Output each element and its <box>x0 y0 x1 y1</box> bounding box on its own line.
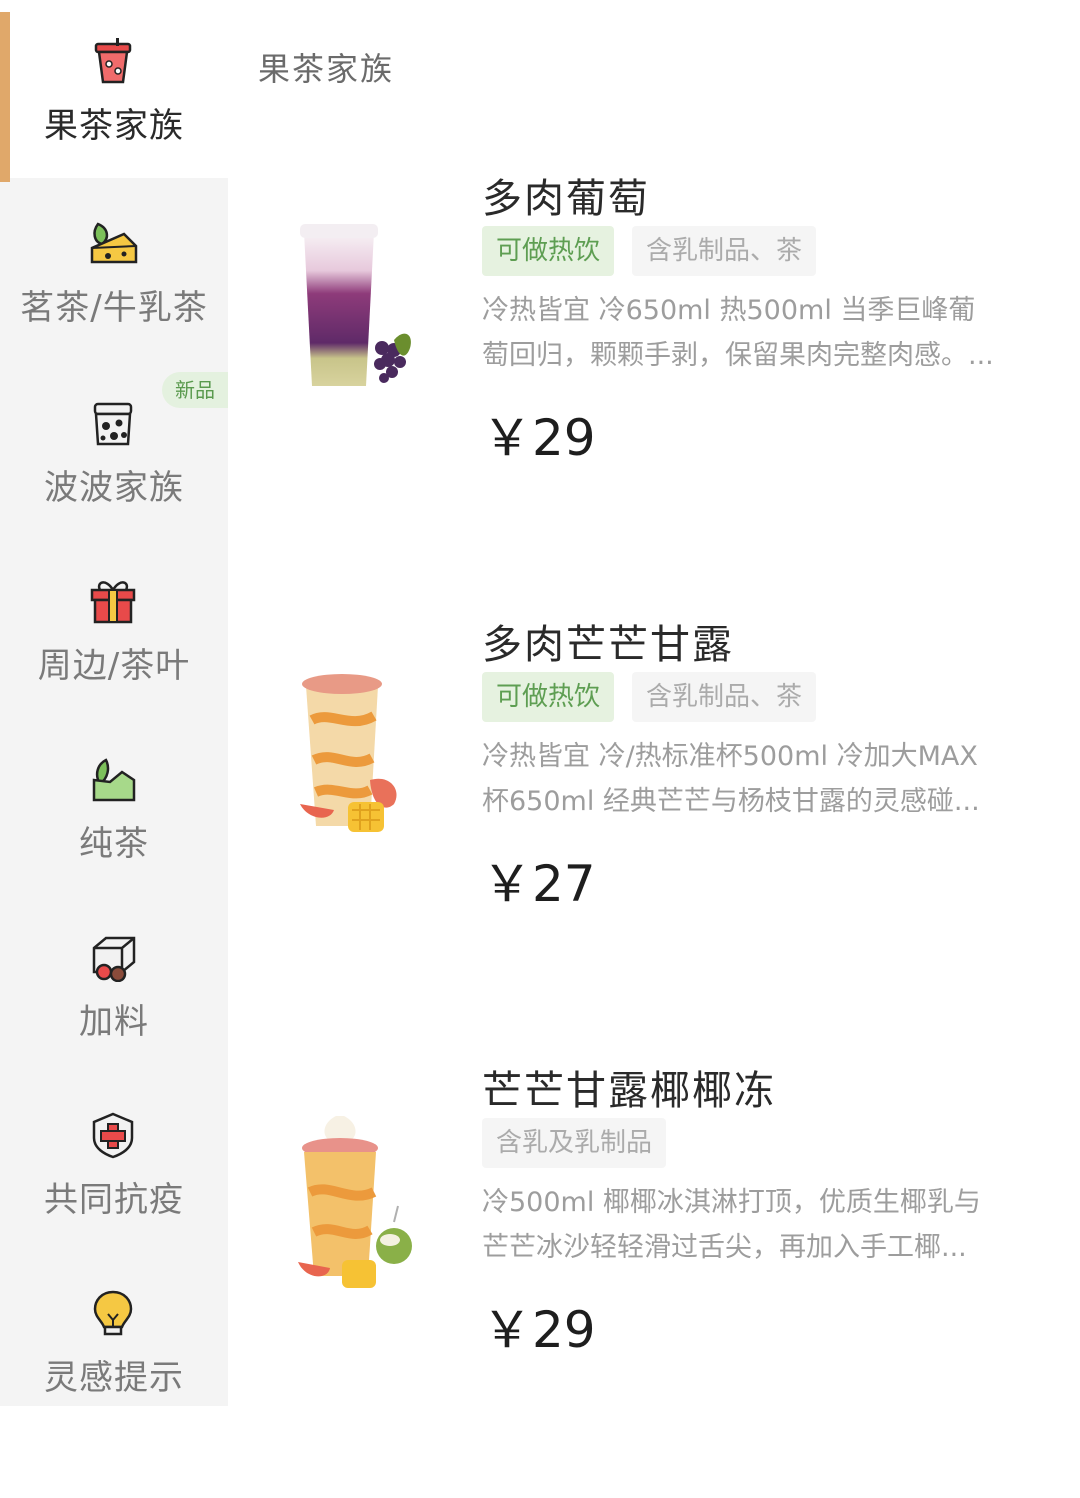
topping-cube-icon <box>92 936 136 982</box>
sidebar-item-pure-tea[interactable]: 纯茶 <box>0 718 228 896</box>
sidebar-item-label: 果茶家族 <box>44 106 184 146</box>
sidebar-item-toppings[interactable]: 加料 <box>0 896 228 1074</box>
sidebar-item-label: 茗茶/牛乳茶 <box>20 288 208 328</box>
description-line: 杯650ml 经典芒芒与杨枝甘露的灵感碰... <box>482 786 980 817</box>
description-line: 萄回归，颗颗手剥，保留果肉完整肉感。... <box>482 340 994 371</box>
product-card-mango[interactable]: 多肉芒芒甘露 可做热饮 含乳制品、茶 冷热皆宜 冷/热标准杯500ml 冷加大MA… <box>228 612 1080 1052</box>
shield-cross-icon <box>92 1112 134 1159</box>
product-tags: 可做热饮 含乳制品、茶 <box>482 672 834 722</box>
product-card-coconut-mango[interactable]: 芒芒甘露椰椰冻 含乳及乳制品 冷500ml 椰椰冰淇淋打顶，优质生椰乳与 芒芒冰… <box>228 1058 1080 1498</box>
tag-ingredients: 含乳及乳制品 <box>482 1118 667 1168</box>
sidebar-item-label: 共同抗疫 <box>44 1180 184 1220</box>
fruit-tea-cup-icon <box>94 38 132 84</box>
product-name: 多肉芒芒甘露 <box>482 622 734 668</box>
active-indicator <box>0 12 10 182</box>
product-description: 冷500ml 椰椰冰淇淋打顶，优质生椰乳与 芒芒冰沙轻轻滑过舌尖，再加入手工椰.… <box>482 1180 1042 1270</box>
description-line: 冷热皆宜 冷650ml 热500ml 当季巨峰葡 <box>482 295 976 326</box>
tag-ingredients: 含乳制品、茶 <box>632 226 817 276</box>
product-name: 芒芒甘露椰椰冻 <box>482 1068 776 1114</box>
tag-hot-available: 可做热饮 <box>482 226 615 276</box>
coconut-mango-drink-image[interactable] <box>290 1112 420 1312</box>
sidebar-item-label: 加料 <box>79 1002 149 1042</box>
gift-box-icon <box>90 581 136 624</box>
tag-hot-available: 可做热饮 <box>482 672 615 722</box>
product-card-grape[interactable]: 多肉葡萄 可做热饮 含乳制品、茶 冷热皆宜 冷650ml 热500ml 当季巨峰葡… <box>228 166 1080 606</box>
sidebar-item-fruit-tea[interactable]: 果茶家族 <box>0 0 228 182</box>
mango-drink-image[interactable] <box>290 670 420 870</box>
sidebar-item-merch[interactable]: 周边/茶叶 <box>0 540 228 718</box>
description-line: 冷500ml 椰椰冰淇淋打顶，优质生椰乳与 <box>482 1187 981 1218</box>
section-title: 果茶家族 <box>258 50 395 88</box>
product-price: ￥29 <box>482 1301 596 1359</box>
grape-drink-image[interactable] <box>290 218 420 418</box>
product-price: ￥29 <box>482 409 596 467</box>
product-tags: 含乳及乳制品 <box>482 1118 684 1168</box>
description-line: 芒芒冰沙轻轻滑过舌尖，再加入手工椰... <box>482 1232 967 1263</box>
category-sidebar: 果茶家族 茗茶/牛乳茶 波波家族 新品 周边/茶叶 纯茶 加料 共同抗疫 灵感提… <box>0 0 228 1406</box>
boba-jar-icon <box>93 402 133 446</box>
cheese-leaf-icon <box>90 222 138 264</box>
tag-ingredients: 含乳制品、茶 <box>632 672 817 722</box>
product-description: 冷热皆宜 冷/热标准杯500ml 冷加大MAX 杯650ml 经典芒芒与杨枝甘露… <box>482 734 1042 824</box>
sidebar-item-anti-epidemic[interactable]: 共同抗疫 <box>0 1074 228 1252</box>
description-line: 冷热皆宜 冷/热标准杯500ml 冷加大MAX <box>482 741 978 772</box>
product-price: ￥27 <box>482 855 596 913</box>
product-name: 多肉葡萄 <box>482 176 650 222</box>
sidebar-item-milk-tea[interactable]: 茗茶/牛乳茶 <box>0 182 228 360</box>
sidebar-item-label: 波波家族 <box>44 468 184 508</box>
sidebar-item-label: 周边/茶叶 <box>37 646 191 686</box>
lightbulb-icon <box>93 1290 133 1336</box>
new-badge: 新品 <box>162 372 228 408</box>
tea-leaf-icon <box>92 758 136 802</box>
product-description: 冷热皆宜 冷650ml 热500ml 当季巨峰葡 萄回归，颗颗手剥，保留果肉完整… <box>482 288 1042 378</box>
sidebar-item-label: 纯茶 <box>79 824 149 864</box>
sidebar-item-inspiration[interactable]: 灵感提示 <box>0 1252 228 1430</box>
product-tags: 可做热饮 含乳制品、茶 <box>482 226 834 276</box>
sidebar-item-label: 灵感提示 <box>44 1358 184 1398</box>
